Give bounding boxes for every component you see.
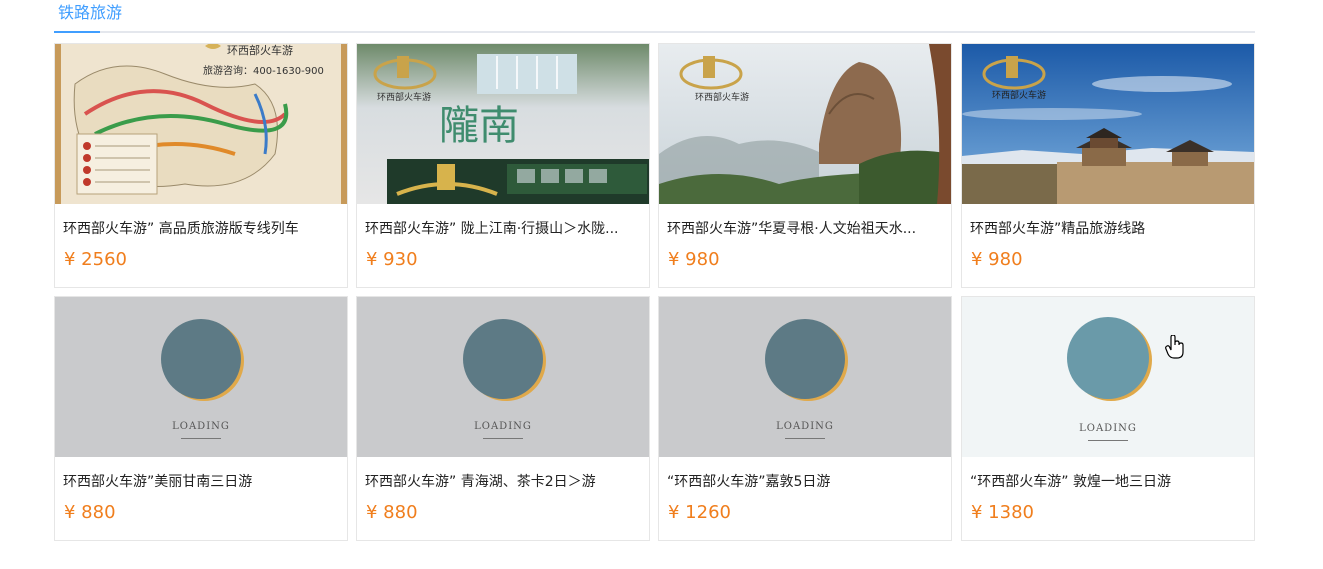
loading-divider (1088, 440, 1128, 441)
product-card[interactable]: 环西部火车游 旅游咨询：400-1630-900 环西部火车游” 高品质旅游版专… (54, 43, 348, 288)
product-title: 环西部火车游” 高品质旅游版专线列车 (63, 221, 299, 237)
product-price: ¥ 980 (668, 249, 720, 270)
product-card[interactable]: 环西部火车游 隴南 环西部火车游” 陇上江南·行摄山＞水陇... ¥ 930 (356, 43, 650, 288)
product-title: 环西部火车游”精品旅游线路 (970, 221, 1146, 237)
product-card[interactable]: LOADING “环西部火车游”嘉敦5日游 ¥ 1260 (658, 296, 952, 541)
product-image: 环西部火车游 (659, 44, 951, 204)
product-image: 环西部火车游 旅游咨询：400-1630-900 (55, 44, 347, 204)
active-tab-indicator (54, 31, 100, 33)
product-image-loading: LOADING (357, 297, 649, 457)
product-card[interactable]: LOADING 环西部火车游”美丽甘南三日游 ¥ 880 (54, 296, 348, 541)
product-title: “环西部火车游” 敦煌一地三日游 (970, 474, 1171, 490)
svg-text:旅游咨询：400-1630-900: 旅游咨询：400-1630-900 (203, 64, 324, 77)
product-title: “环西部火车游”嘉敦5日游 (667, 474, 831, 490)
product-price: ¥ 2560 (64, 249, 127, 270)
product-card[interactable]: 环西部火车游 环西部火车游”精品旅游线路 ¥ 980 (961, 43, 1255, 288)
svg-text:环西部火车游: 环西部火车游 (992, 89, 1046, 101)
svg-text:环西部火车游: 环西部火车游 (227, 44, 293, 57)
product-title: 环西部火车游” 青海湖、茶卡2日＞游 (365, 474, 596, 490)
loading-spinner-icon (463, 319, 543, 399)
loading-text: LOADING (474, 421, 532, 432)
product-price: ¥ 1380 (971, 502, 1034, 523)
product-title: 环西部火车游”美丽甘南三日游 (63, 474, 253, 490)
svg-text:环西部火车游: 环西部火车游 (377, 91, 431, 103)
product-price: ¥ 1260 (668, 502, 731, 523)
loading-spinner-icon (1067, 317, 1149, 399)
loading-text: LOADING (172, 421, 230, 432)
loading-text: LOADING (1079, 423, 1137, 434)
tab-label: 铁路旅游 (58, 3, 123, 22)
svg-text:环西部火车游: 环西部火车游 (695, 91, 749, 103)
tab-railway-travel[interactable]: 铁路旅游 (54, 0, 126, 33)
product-price: ¥ 980 (971, 249, 1023, 270)
loading-divider (181, 438, 221, 439)
product-price: ¥ 880 (366, 502, 418, 523)
product-image: 环西部火车游 隴南 (357, 44, 649, 204)
category-tab-bar: 铁路旅游 (54, 0, 1255, 33)
product-image-loading: LOADING (962, 297, 1254, 457)
product-title: 环西部火车游”华夏寻根·人文始祖天水... (667, 221, 917, 237)
product-image-loading: LOADING (55, 297, 347, 457)
product-image-loading: LOADING (659, 297, 951, 457)
product-price: ¥ 880 (64, 502, 116, 523)
loading-divider (483, 438, 523, 439)
product-image: 环西部火车游 (962, 44, 1254, 204)
loading-divider (785, 438, 825, 439)
loading-spinner-icon (765, 319, 845, 399)
loading-spinner-icon (161, 319, 241, 399)
product-title: 环西部火车游” 陇上江南·行摄山＞水陇... (365, 221, 619, 237)
product-card[interactable]: LOADING “环西部火车游” 敦煌一地三日游 ¥ 1380 (961, 296, 1255, 541)
product-price: ¥ 930 (366, 249, 418, 270)
svg-text:隴南: 隴南 (439, 103, 519, 149)
product-card[interactable]: 环西部火车游 环西部火车游”华夏寻根·人文始祖天水... ¥ 980 (658, 43, 952, 288)
hand-pointer-cursor-icon (1165, 335, 1184, 359)
loading-text: LOADING (776, 421, 834, 432)
product-card[interactable]: LOADING 环西部火车游” 青海湖、茶卡2日＞游 ¥ 880 (356, 296, 650, 541)
